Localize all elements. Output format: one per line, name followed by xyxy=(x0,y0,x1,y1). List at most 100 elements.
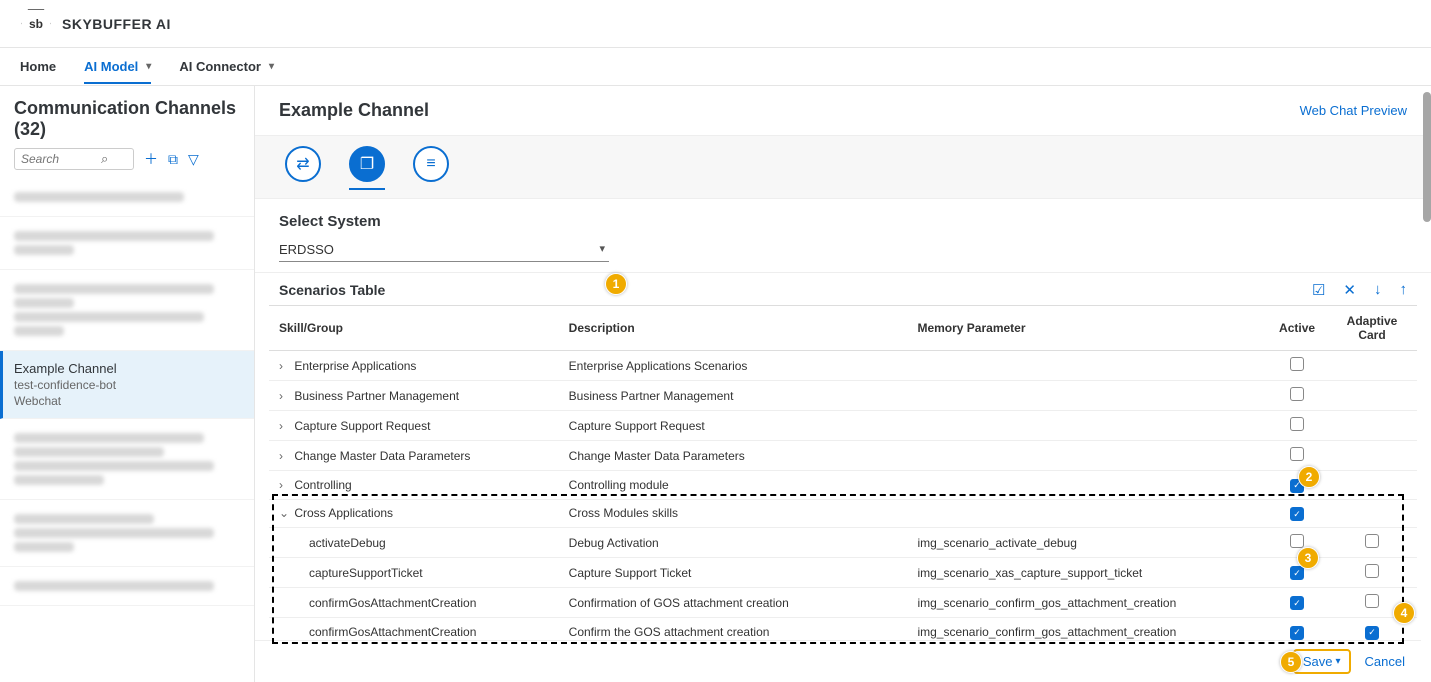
table-row[interactable]: › Enterprise Applications Enterprise Appl… xyxy=(269,351,1417,381)
active-checkbox[interactable] xyxy=(1290,626,1304,640)
collapse-icon[interactable]: ⌄ xyxy=(279,506,291,520)
search-input-wrap[interactable]: ⌕ xyxy=(14,148,134,170)
web-chat-preview-link[interactable]: Web Chat Preview xyxy=(1300,103,1407,118)
brand-title: SKYBUFFER AI xyxy=(62,16,171,32)
chevron-down-icon: ▾ xyxy=(146,61,151,72)
sidebar: Communication Channels (32) ⌕ ＋ ⧉ ▽ Exam… xyxy=(0,86,255,682)
skill-name: confirmGosAttachmentCreation xyxy=(309,625,476,639)
main-content: Example Channel Web Chat Preview ⇄ ❐ ≡ S… xyxy=(255,86,1431,682)
memory-param-cell xyxy=(907,381,1267,411)
active-checkbox[interactable] xyxy=(1290,447,1304,461)
search-input[interactable] xyxy=(21,152,101,166)
list-item[interactable] xyxy=(0,419,254,500)
adaptive-card-checkbox[interactable] xyxy=(1365,534,1379,548)
description-cell: Change Master Data Parameters xyxy=(559,441,908,471)
active-checkbox[interactable] xyxy=(1290,417,1304,431)
list-item[interactable] xyxy=(0,217,254,270)
table-row[interactable]: activateDebugDebug Activationimg_scenari… xyxy=(269,528,1417,558)
active-checkbox[interactable] xyxy=(1290,387,1304,401)
th-desc: Description xyxy=(559,306,908,351)
save-label: Save xyxy=(1303,654,1333,669)
annotation-badge-4: 4 xyxy=(1393,602,1415,624)
nav-home[interactable]: Home xyxy=(20,59,56,74)
nav-ai-connector-label: AI Connector xyxy=(179,59,261,74)
description-cell: Controlling module xyxy=(559,471,908,500)
nav-ai-connector[interactable]: AI Connector ▾ xyxy=(179,59,274,74)
search-icon: ⌕ xyxy=(101,151,108,167)
skill-name: Controlling xyxy=(294,478,351,492)
description-cell: Capture Support Ticket xyxy=(559,558,908,588)
filter-icon[interactable]: ▽ xyxy=(188,151,199,168)
description-cell: Capture Support Request xyxy=(559,411,908,441)
skill-name: confirmGosAttachmentCreation xyxy=(309,596,476,610)
system-select[interactable]: ERDSSO xyxy=(279,238,609,262)
expand-icon[interactable]: › xyxy=(279,389,291,403)
active-checkbox[interactable] xyxy=(1290,534,1304,548)
list-item[interactable] xyxy=(0,178,254,217)
annotation-badge-1: 1 xyxy=(605,273,627,295)
th-skill: Skill/Group xyxy=(269,306,559,351)
annotation-badge-3: 3 xyxy=(1297,547,1319,569)
skill-name: activateDebug xyxy=(309,536,386,550)
active-checkbox[interactable] xyxy=(1290,357,1304,371)
cancel-button[interactable]: Cancel xyxy=(1365,654,1405,669)
copy-icon[interactable]: ⧉ xyxy=(168,151,178,168)
annotation-badge-2: 2 xyxy=(1298,466,1320,488)
memory-param-cell: img_scenario_xas_capture_support_ticket xyxy=(907,558,1267,588)
table-row[interactable]: confirmGosAttachmentCreationConfirmation… xyxy=(269,588,1417,618)
description-cell: Cross Modules skills xyxy=(559,499,908,528)
arrow-down-icon[interactable]: ↓ xyxy=(1374,281,1382,299)
memory-param-cell: img_scenario_confirm_gos_attachment_crea… xyxy=(907,588,1267,618)
sidebar-item-example-channel[interactable]: Example Channel test-confidence-bot Webc… xyxy=(0,351,254,419)
skill-name: Business Partner Management xyxy=(294,389,459,403)
active-checkbox[interactable] xyxy=(1290,507,1304,521)
tab-settings-icon[interactable]: ≡ xyxy=(413,146,449,182)
list-item[interactable] xyxy=(0,567,254,606)
tab-connection-icon[interactable]: ⇄ xyxy=(285,146,321,182)
skill-name: Capture Support Request xyxy=(294,419,430,433)
table-row[interactable]: › Business Partner Management Business Pa… xyxy=(269,381,1417,411)
table-row[interactable]: ⌄ Cross Applications Cross Modules skills xyxy=(269,499,1417,528)
skill-name: Change Master Data Parameters xyxy=(294,449,470,463)
close-icon[interactable]: ✕ xyxy=(1343,281,1356,299)
table-row[interactable]: › Change Master Data Parameters Change Ma… xyxy=(269,441,1417,471)
memory-param-cell xyxy=(907,441,1267,471)
expand-icon[interactable]: › xyxy=(279,449,291,463)
expand-icon[interactable]: › xyxy=(279,478,291,492)
list-item[interactable] xyxy=(0,500,254,567)
th-adapt: Adaptive Card xyxy=(1327,306,1417,351)
arrow-up-icon[interactable]: ↑ xyxy=(1400,281,1408,299)
th-mem: Memory Parameter xyxy=(907,306,1267,351)
memory-param-cell xyxy=(907,499,1267,528)
active-checkbox[interactable] xyxy=(1290,596,1304,610)
logo-icon: sb xyxy=(20,8,52,40)
adaptive-card-checkbox[interactable] xyxy=(1365,564,1379,578)
skill-name: Cross Applications xyxy=(294,506,393,520)
chevron-down-icon: ▾ xyxy=(1336,656,1341,667)
table-row[interactable]: › Controlling Controlling module xyxy=(269,471,1417,500)
memory-param-cell xyxy=(907,351,1267,381)
active-checkbox[interactable] xyxy=(1290,566,1304,580)
table-row[interactable]: captureSupportTicket Capture Support Tick… xyxy=(269,558,1417,588)
description-cell: Business Partner Management xyxy=(559,381,908,411)
table-row[interactable]: › Capture Support Request Capture Support… xyxy=(269,411,1417,441)
nav-ai-model-label: AI Model xyxy=(84,59,138,74)
expand-icon[interactable]: › xyxy=(279,359,291,373)
scrollbar-thumb[interactable] xyxy=(1423,92,1431,222)
description-cell: Debug Activation xyxy=(559,528,908,558)
select-all-icon[interactable]: ☑ xyxy=(1312,281,1325,299)
skill-name: captureSupportTicket xyxy=(309,566,423,580)
description-cell: Enterprise Applications Scenarios xyxy=(559,351,908,381)
expand-icon[interactable]: › xyxy=(279,419,291,433)
footer-bar: Save ▾ Cancel xyxy=(255,640,1421,682)
nav-ai-model[interactable]: AI Model ▾ xyxy=(84,59,151,84)
adaptive-card-checkbox[interactable] xyxy=(1365,594,1379,608)
add-icon[interactable]: ＋ xyxy=(144,149,158,169)
chevron-down-icon: ▾ xyxy=(269,61,274,72)
memory-param-cell xyxy=(907,411,1267,441)
skill-name: Enterprise Applications xyxy=(294,359,416,373)
tab-scenarios-icon[interactable]: ❐ xyxy=(349,146,385,182)
adaptive-card-checkbox[interactable] xyxy=(1365,626,1379,640)
navbar: Home AI Model ▾ AI Connector ▾ xyxy=(0,48,1431,86)
list-item[interactable] xyxy=(0,270,254,351)
